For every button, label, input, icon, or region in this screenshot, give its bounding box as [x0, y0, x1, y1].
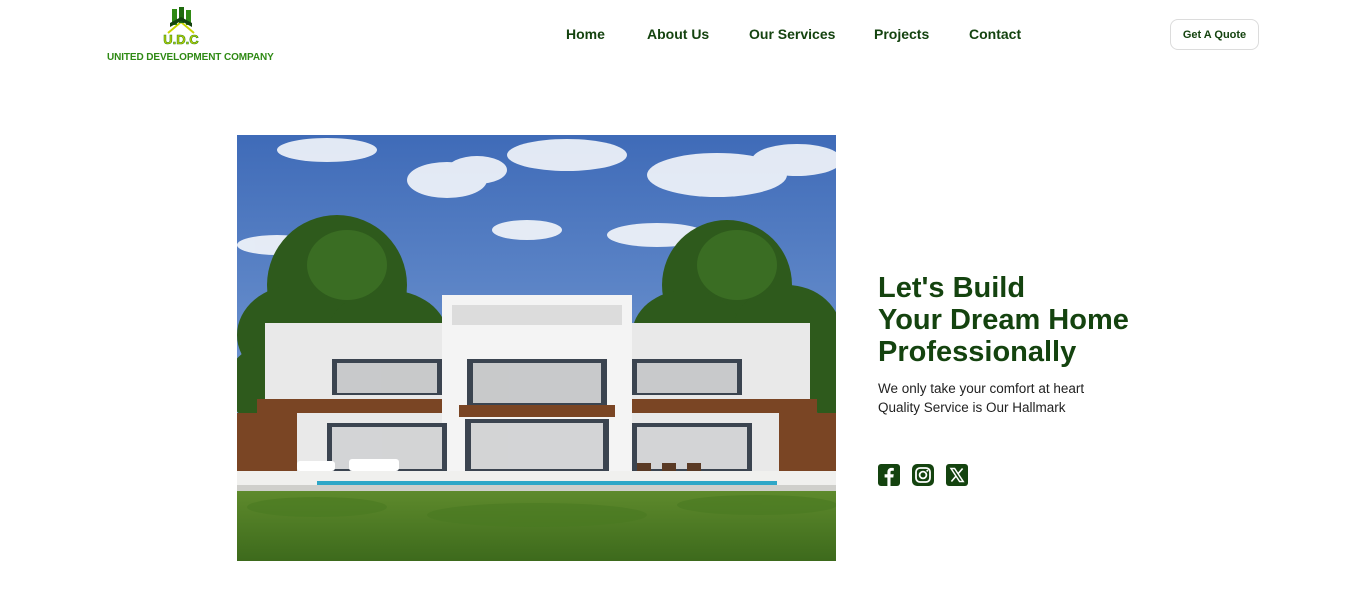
hero-heading: Let's Build Your Dream Home Professional…: [878, 272, 1298, 368]
hero-title-line-2: Your Dream Home: [878, 304, 1129, 336]
get-a-quote-button[interactable]: Get A Quote: [1170, 19, 1259, 50]
modern-house-photo-icon: [237, 135, 836, 561]
facebook-icon[interactable]: [878, 464, 900, 486]
logo-initials: U.D.C: [163, 32, 199, 45]
hero-subtitle-line-1: We only take your comfort at heart: [878, 381, 1085, 396]
company-logo[interactable]: U.D.C UNITED DEVELOPMENT COMPANY: [106, 5, 274, 65]
site-header: U.D.C UNITED DEVELOPMENT COMPANY Home Ab…: [0, 0, 1364, 70]
nav-contact[interactable]: Contact: [969, 26, 1021, 42]
hero-house-image: [237, 135, 836, 561]
hero-title-line-1: Let's Build: [878, 272, 1026, 304]
hero-title-line-3: Professionally: [878, 336, 1077, 368]
nav-our-services[interactable]: Our Services: [749, 26, 835, 42]
company-name: UNITED DEVELOPMENT COMPANY: [107, 52, 274, 63]
nav-home[interactable]: Home: [566, 26, 605, 42]
nav-about-us[interactable]: About Us: [647, 26, 709, 42]
social-links: [878, 464, 968, 486]
building-logo-icon: U.D.C: [163, 7, 200, 45]
hero-subtitle-line-2: Quality Service is Our Hallmark: [878, 400, 1066, 415]
x-twitter-icon[interactable]: [946, 464, 968, 486]
nav-projects[interactable]: Projects: [874, 26, 929, 42]
instagram-icon[interactable]: [912, 464, 934, 486]
hero-subtitle: We only take your comfort at heart Quali…: [878, 379, 1278, 417]
